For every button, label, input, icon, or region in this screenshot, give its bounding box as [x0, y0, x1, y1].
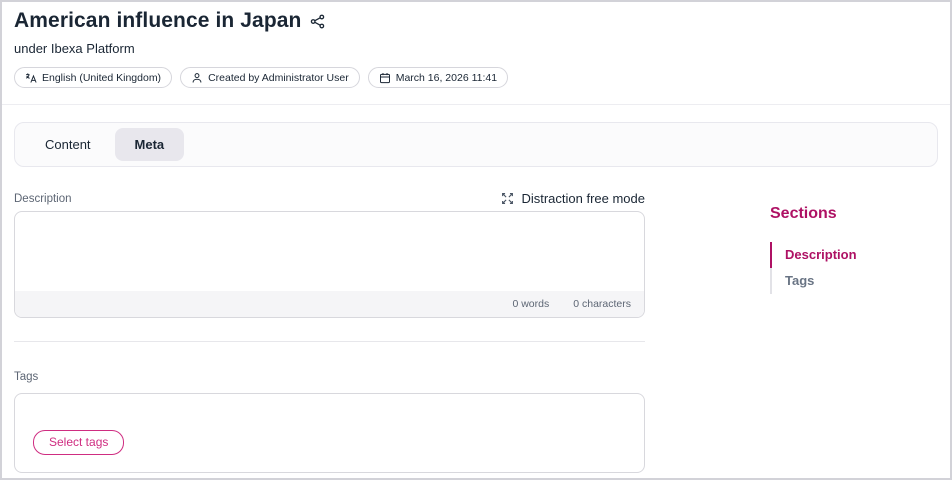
section-link-description[interactable]: Description	[770, 242, 950, 268]
distraction-free-mode-label: Distraction free mode	[521, 191, 645, 206]
character-count: 0 characters	[573, 298, 631, 310]
user-icon	[191, 72, 203, 84]
edit-tabs: Content Meta	[14, 122, 938, 167]
content-edit-page: American influence in Japan under Ibexa …	[0, 0, 952, 480]
section-link-tags[interactable]: Tags	[770, 268, 950, 294]
translate-icon	[25, 72, 37, 84]
select-tags-button[interactable]: Select tags	[33, 430, 124, 455]
sections-panel: Sections Description Tags	[770, 167, 950, 473]
tab-meta[interactable]: Meta	[115, 128, 185, 161]
page-title: American influence in Japan	[14, 9, 301, 33]
distraction-free-mode-button[interactable]: Distraction free mode	[501, 191, 645, 206]
word-count: 0 words	[512, 298, 549, 310]
language-badge-label: English (United Kingdom)	[42, 72, 161, 84]
expand-icon	[501, 192, 514, 205]
tags-field: Select tags	[14, 393, 645, 473]
creator-badge-label: Created by Administrator User	[208, 72, 349, 84]
tags-label: Tags	[14, 371, 645, 383]
creator-badge: Created by Administrator User	[180, 67, 360, 88]
description-label: Description	[14, 193, 72, 205]
header-divider	[2, 104, 950, 105]
calendar-icon	[379, 72, 391, 84]
description-input[interactable]	[15, 212, 644, 291]
meta-badges: English (United Kingdom) Created by Admi…	[14, 67, 938, 88]
share-button[interactable]	[310, 14, 325, 29]
edit-form: Description Distraction free mode 0 word…	[14, 167, 645, 473]
language-badge: English (United Kingdom)	[14, 67, 172, 88]
date-badge-label: March 16, 2026 11:41	[396, 72, 497, 84]
sections-title: Sections	[770, 205, 950, 223]
field-divider	[14, 341, 645, 342]
editor-footer: 0 words 0 characters	[15, 291, 644, 317]
sections-list: Description Tags	[770, 242, 950, 294]
share-icon	[310, 14, 325, 29]
content-header: American influence in Japan under Ibexa …	[2, 2, 950, 88]
parent-location-text: under Ibexa Platform	[14, 41, 938, 56]
date-badge: March 16, 2026 11:41	[368, 67, 508, 88]
description-field: 0 words 0 characters	[14, 211, 645, 318]
tab-content[interactable]: Content	[31, 130, 105, 159]
